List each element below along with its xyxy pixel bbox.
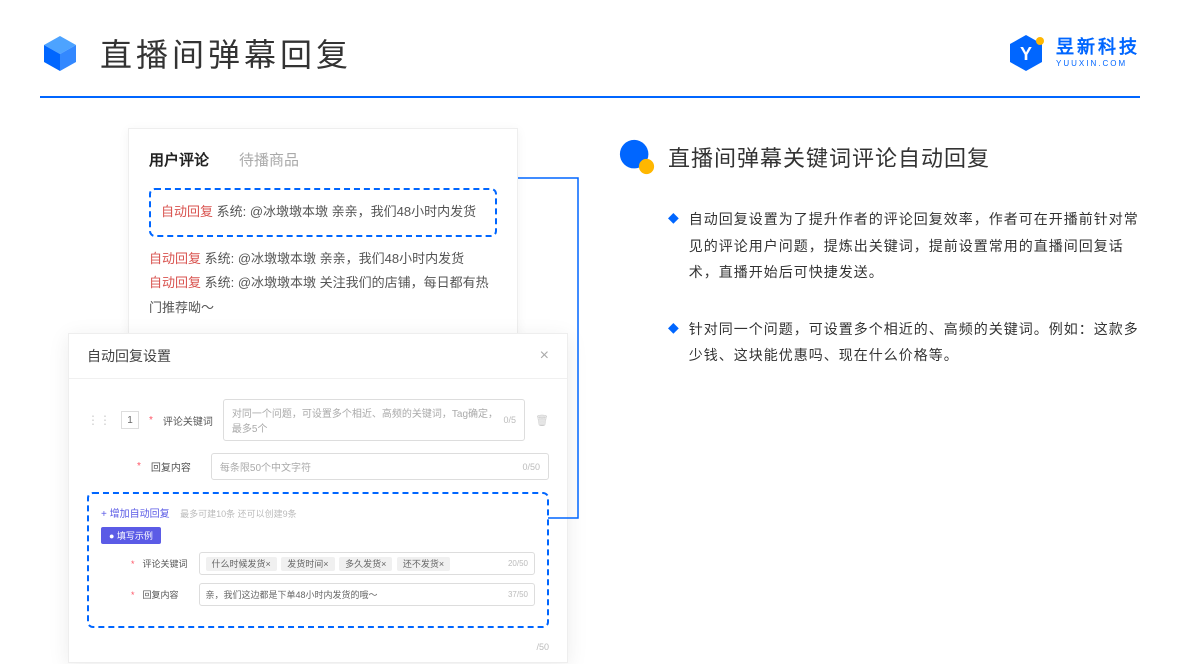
required-icon: * xyxy=(137,461,141,472)
add-hint: 最多可建10条 还可以创建9条 xyxy=(180,509,297,519)
page-title: 直播间弹幕回复 xyxy=(100,30,352,76)
delete-icon[interactable]: 🗑 xyxy=(535,414,549,427)
add-auto-reply-link[interactable]: + 增加自动回复 xyxy=(101,505,170,520)
chat-bubble-icon xyxy=(618,138,656,176)
brand-logo: Y 昱新科技 YUUXIN.COM xyxy=(1006,33,1140,73)
tag-chip[interactable]: 什么时候发货× xyxy=(206,557,277,571)
highlighted-comment: 自动回复 系统: @冰墩墩本墩 亲亲，我们48小时内发货 xyxy=(149,188,497,237)
bullet-item: ◆ 针对同一个问题，可设置多个相近的、高频的关键词。例如：这款多少钱、这块能优惠… xyxy=(618,316,1140,369)
keyword-label: 评论关键词 xyxy=(163,413,213,428)
brand-sub: YUUXIN.COM xyxy=(1056,59,1140,69)
comment-item: 自动回复 系统: @冰墩墩本墩 关注我们的店铺，每日都有热门推荐呦～ xyxy=(149,271,497,320)
example-reply-field[interactable]: 亲，我们这边都是下单48小时内发货的哦～ 37/50 xyxy=(199,583,535,606)
reply-input[interactable]: 每条限50个中文字符 0/50 xyxy=(211,453,549,480)
example-badge: ● 填写示例 xyxy=(101,527,161,544)
bullet-text: 自动回复设置为了提升作者的评论回复效率，作者可在开播前针对常见的评论用户问题，提… xyxy=(689,206,1140,286)
example-keyword-field[interactable]: 什么时候发货× 发货时间× 多久发货× 还不发货× 20/50 xyxy=(199,552,535,575)
example-keyword-label: 评论关键词 xyxy=(143,557,191,570)
required-icon: * xyxy=(149,415,153,426)
keyword-input[interactable]: 对同一个问题，可设置多个相近、高频的关键词，Tag确定，最多5个 0/5 xyxy=(223,399,525,441)
close-icon[interactable]: × xyxy=(540,347,549,365)
tab-user-comments[interactable]: 用户评论 xyxy=(149,149,209,170)
tag-chip[interactable]: 还不发货× xyxy=(397,557,450,571)
drag-handle-icon[interactable]: ⋮⋮ xyxy=(87,413,111,427)
comment-text: 系统: @冰墩墩本墩 亲亲，我们48小时内发货 xyxy=(201,251,464,266)
example-box: + 增加自动回复 最多可建10条 还可以创建9条 ● 填写示例 * 评论关键词 … xyxy=(87,492,549,628)
tag-chip[interactable]: 发货时间× xyxy=(281,557,334,571)
cube-icon xyxy=(40,33,80,73)
bullet-icon: ◆ xyxy=(668,319,679,336)
required-icon: * xyxy=(131,590,135,600)
svg-text:Y: Y xyxy=(1020,44,1032,64)
auto-reply-settings-dialog: 自动回复设置 × ⋮⋮ 1 * 评论关键词 对同一个问题，可设置多个相近、高频的… xyxy=(68,333,568,663)
auto-reply-tag: 自动回复 xyxy=(149,275,201,290)
section-heading: 直播间弹幕关键词评论自动回复 xyxy=(668,141,990,173)
tab-pending-products[interactable]: 待播商品 xyxy=(239,149,299,170)
comment-panel: 用户评论 待播商品 自动回复 系统: @冰墩墩本墩 亲亲，我们48小时内发货 自… xyxy=(128,128,518,342)
bullet-text: 针对同一个问题，可设置多个相近的、高频的关键词。例如：这款多少钱、这块能优惠吗、… xyxy=(689,316,1140,369)
example-reply-label: 回复内容 xyxy=(143,588,191,601)
row-number: 1 xyxy=(121,411,139,429)
dialog-title: 自动回复设置 xyxy=(87,346,171,366)
brand-name: 昱新科技 xyxy=(1056,37,1140,59)
reply-label: 回复内容 xyxy=(151,459,201,474)
bullet-item: ◆ 自动回复设置为了提升作者的评论回复效率，作者可在开播前针对常见的评论用户问题… xyxy=(618,206,1140,286)
required-icon: * xyxy=(131,559,135,569)
bottom-count: /50 xyxy=(69,638,567,662)
tag-chip[interactable]: 多久发货× xyxy=(339,557,392,571)
auto-reply-tag: 自动回复 xyxy=(161,204,213,219)
auto-reply-tag: 自动回复 xyxy=(149,251,201,266)
comment-item: 自动回复 系统: @冰墩墩本墩 亲亲，我们48小时内发货 xyxy=(149,247,497,272)
logo-icon: Y xyxy=(1006,33,1046,73)
bullet-icon: ◆ xyxy=(668,209,679,226)
comment-text: 系统: @冰墩墩本墩 亲亲，我们48小时内发货 xyxy=(213,204,476,219)
